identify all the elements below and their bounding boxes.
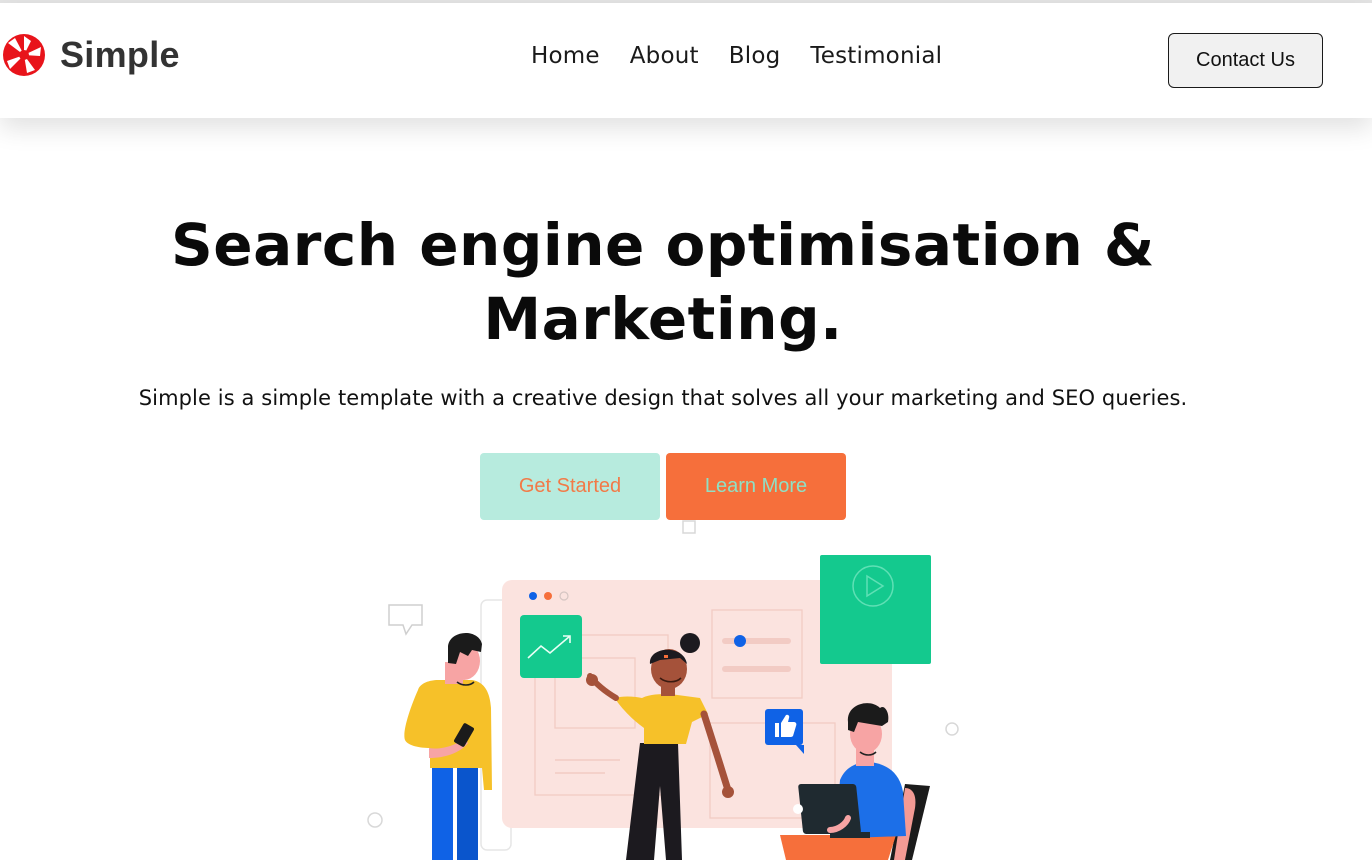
- nav-blog[interactable]: Blog: [729, 43, 781, 69]
- brand[interactable]: Simple: [2, 33, 180, 77]
- chat-bubble-icon: [388, 604, 423, 636]
- nav-home[interactable]: Home: [531, 43, 600, 69]
- hero-illustration: [360, 518, 980, 860]
- hero-subtitle: Simple is a simple template with a creat…: [138, 386, 1188, 410]
- contact-us-button[interactable]: Contact Us: [1168, 33, 1323, 88]
- get-started-button[interactable]: Get Started: [480, 453, 660, 520]
- aperture-logo-icon: [2, 33, 46, 77]
- play-icon: [820, 555, 931, 664]
- brand-name: Simple: [60, 34, 180, 75]
- decor-circle: [367, 812, 383, 828]
- nav-testimonial[interactable]: Testimonial: [810, 43, 942, 69]
- nav-about[interactable]: About: [630, 43, 699, 69]
- main-nav: Home About Blog Testimonial: [531, 43, 942, 69]
- man-with-phone: [404, 632, 492, 860]
- decor-square: [682, 520, 696, 534]
- site-header: Simple Home About Blog Testimonial Conta…: [0, 3, 1372, 118]
- hero-title: Search engine optimisation & Marketing.: [170, 211, 1156, 353]
- learn-more-button[interactable]: Learn More: [666, 453, 846, 520]
- trend-chart-icon: [520, 615, 582, 678]
- decor-circle: [945, 722, 959, 736]
